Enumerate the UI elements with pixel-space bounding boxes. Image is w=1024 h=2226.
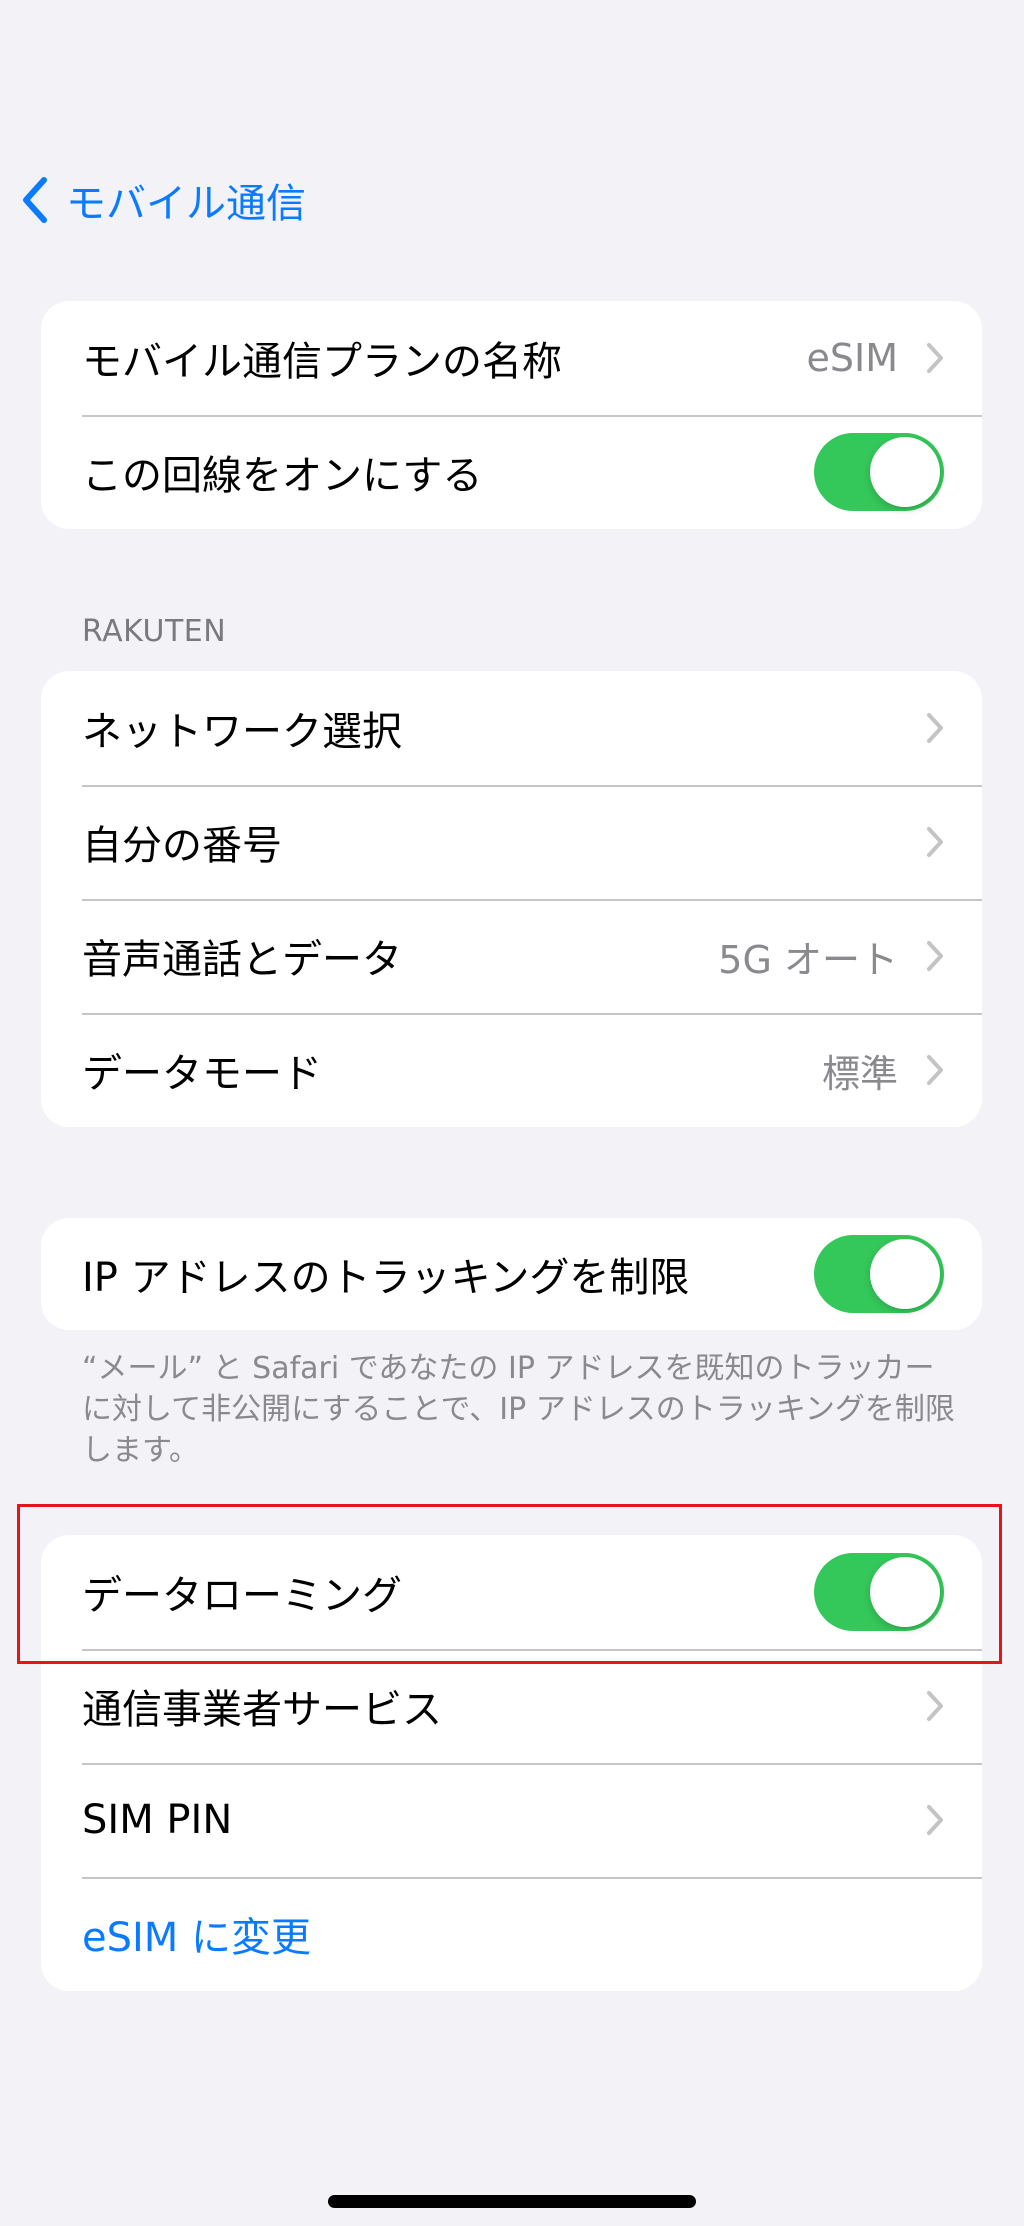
plan-name-label: モバイル通信プランの名称 [82,339,562,385]
chevron-left-icon [20,176,50,224]
data-mode-value: 標準 [821,1051,898,1096]
chevron-right-icon [926,712,944,744]
back-label: モバイル通信 [66,181,306,227]
chevron-right-icon [926,826,944,858]
ip-tracking-footnote: “メール” と Safari であなたの IP アドレスを既知のトラッカーに対し… [82,1351,955,1468]
network-select-label: ネットワーク選択 [82,709,402,755]
data-roaming-label: データローミング [82,1573,402,1619]
roaming-group: データローミング 通信事業者サービス SIM PIN eSIM に変更 [41,1535,982,1991]
back-button[interactable]: モバイル通信 [20,165,306,235]
line-on-label: この回線をオンにする [82,453,483,499]
ip-tracking-row: IP アドレスのトラッキングを制限 [41,1218,982,1330]
chevron-right-icon [926,1054,944,1086]
toggle-knob [870,1239,940,1309]
ip-tracking-group: IP アドレスのトラッキングを制限 [41,1218,982,1330]
my-number-label: 自分の番号 [82,823,282,869]
line-on-row: この回線をオンにする [41,415,982,529]
convert-esim-link[interactable]: eSIM に変更 [82,1905,944,1963]
chevron-right-icon [926,1804,944,1836]
data-roaming-toggle[interactable] [814,1553,944,1631]
plan-name-row[interactable]: モバイル通信プランの名称 eSIM [41,301,982,415]
my-number-row[interactable]: 自分の番号 [41,785,982,899]
plan-name-value: eSIM [806,336,899,380]
data-mode-label: データモード [82,1051,322,1097]
voice-data-row[interactable]: 音声通話とデータ 5G オート [41,899,982,1013]
home-indicator[interactable] [328,2195,696,2208]
line-on-toggle[interactable] [814,433,944,511]
rakuten-group: ネットワーク選択 自分の番号 音声通話とデータ 5G オート データモード 標準 [41,671,982,1127]
plan-group: モバイル通信プランの名称 eSIM この回線をオンにする [41,301,982,529]
sim-pin-row[interactable]: SIM PIN [41,1763,982,1877]
network-select-row[interactable]: ネットワーク選択 [41,671,982,785]
ip-tracking-label: IP アドレスのトラッキングを制限 [82,1255,690,1301]
section-header-rakuten: RAKUTEN [82,614,227,649]
toggle-knob [870,437,940,507]
carrier-services-label: 通信事業者サービス [82,1687,442,1733]
convert-esim-row[interactable]: eSIM に変更 [41,1877,982,1991]
sim-pin-label: SIM PIN [82,1797,233,1843]
data-roaming-row: データローミング [41,1535,982,1649]
chevron-right-icon [926,940,944,972]
toggle-knob [870,1557,940,1627]
chevron-right-icon [926,342,944,374]
voice-data-label: 音声通話とデータ [82,937,402,983]
ip-tracking-toggle[interactable] [814,1235,944,1313]
voice-data-value: 5G オート [718,937,898,982]
chevron-right-icon [926,1690,944,1722]
data-mode-row[interactable]: データモード 標準 [41,1013,982,1127]
carrier-services-row[interactable]: 通信事業者サービス [41,1649,982,1763]
